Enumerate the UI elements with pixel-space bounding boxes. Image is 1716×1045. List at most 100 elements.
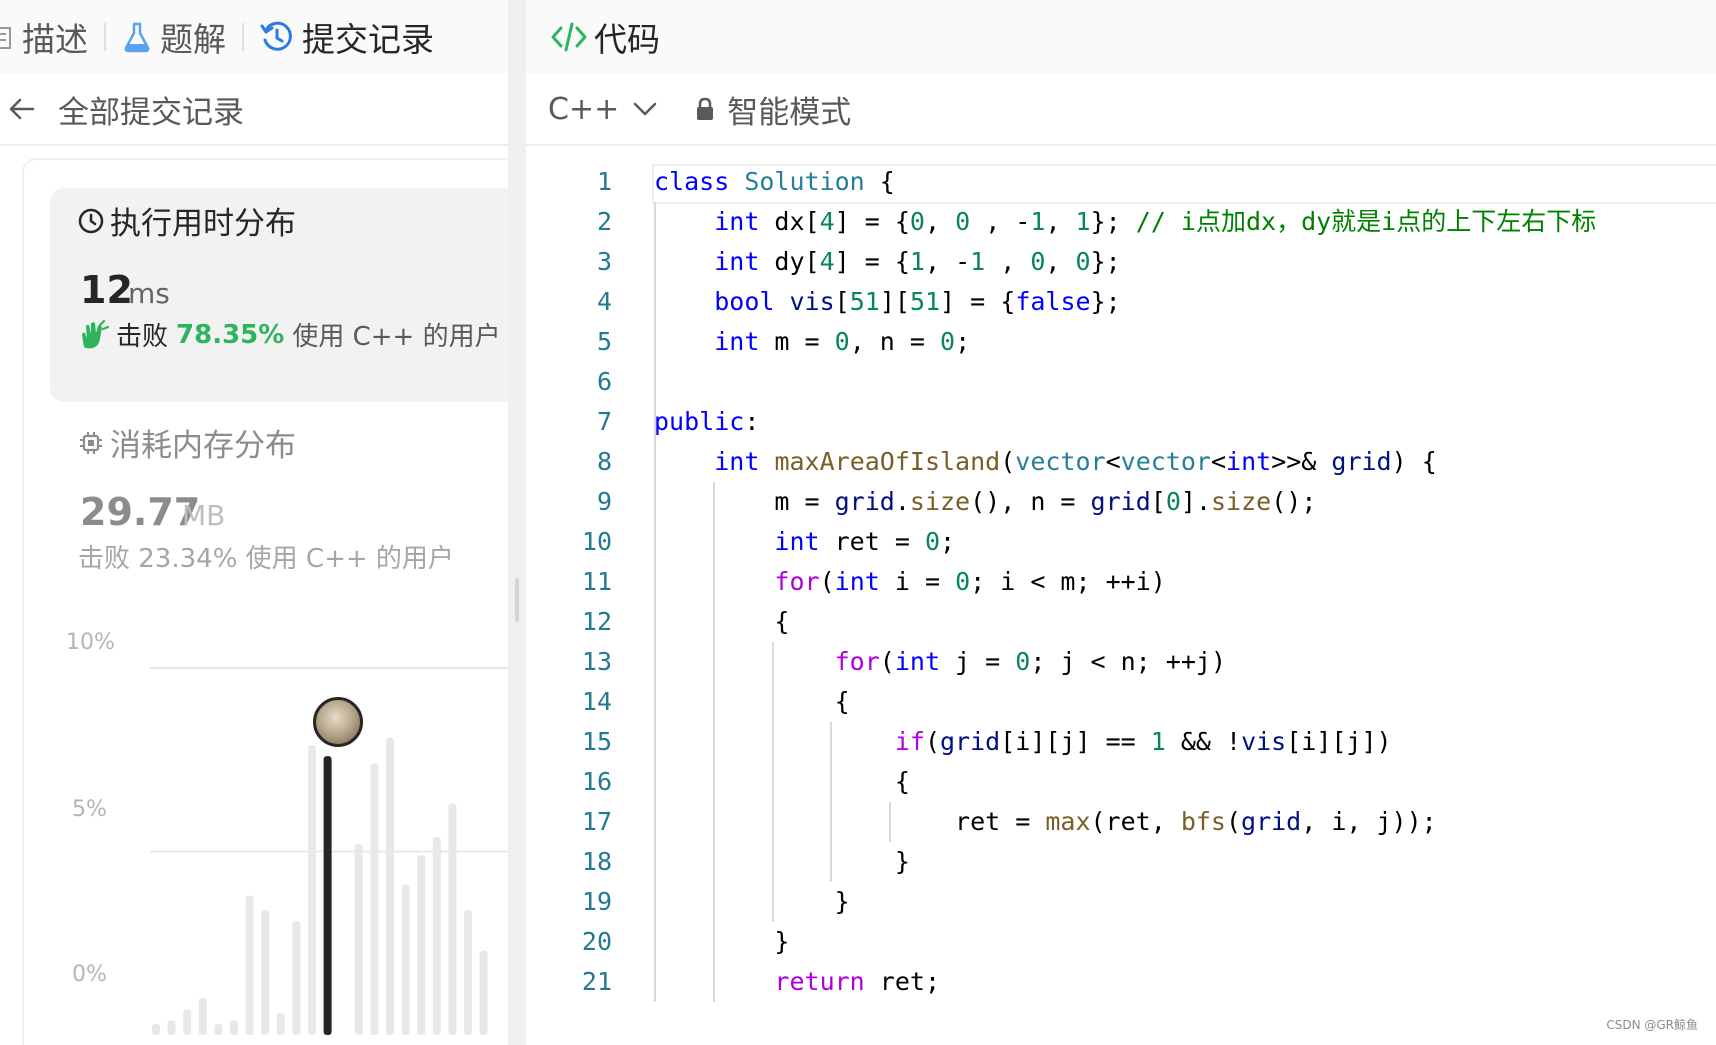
line-number: 17 [581,807,612,836]
memory-beat-text: 击败 23.34% 使用 C++ 的用户 [78,544,454,574]
line-number: 15 [581,727,612,756]
runtime-value: 12 [80,268,133,312]
code-line[interactable]: { [654,762,910,802]
code-line[interactable]: } [654,882,850,922]
memory-title-label: 消耗内存分布 [110,428,296,464]
line-number: 1 [596,167,612,196]
chart-bar[interactable] [261,910,270,1035]
line-number: 2 [596,207,612,236]
chart-bar[interactable] [370,763,379,1035]
code-line[interactable]: public: [654,402,759,442]
code-line[interactable]: } [654,842,910,882]
chevron-down-icon [633,101,657,117]
tab-description-label: 描述 [22,20,88,59]
tab-solutions[interactable]: 题解 [122,13,226,61]
editor-toolbar: C++ 智能模式 [526,74,1716,146]
line-number: 9 [596,487,612,516]
y-tick-label: 0% [72,962,107,987]
indent-guide [712,482,715,1002]
resize-handle[interactable] [515,578,519,622]
code-line[interactable]: } [654,922,789,962]
code-line[interactable]: for(int j = 0; j < n; ++j) [654,642,1226,682]
submissions-back-bar: 全部提交记录 [0,74,508,146]
smart-mode-toggle[interactable]: 智能模式 [695,87,851,132]
memory-unit: MB [182,499,226,532]
tab-separator [104,23,106,51]
code-editor[interactable]: 1 class Solution { 2 int dx[4] = {0, 0 , -… [526,160,1716,1045]
code-line[interactable]: if(grid[i][j] == 1 && !vis[i][j]) [654,722,1392,762]
chart-bar[interactable] [183,1009,192,1035]
tab-submissions-label: 提交记录 [302,20,434,59]
line-number: 18 [581,847,612,876]
code-line[interactable]: { [654,602,789,642]
code-line[interactable]: m = grid.size(), n = grid[0].size(); [654,482,1316,522]
line-number: 16 [581,767,612,796]
chip-icon [78,430,104,456]
chart-bar[interactable] [214,1023,223,1035]
indent-guide [889,802,892,842]
chart-bar[interactable] [276,1012,285,1035]
runtime-beat-label: 击败 [116,322,169,352]
watermark: CSDN @GR鲸鱼 [1606,1018,1698,1032]
indent-guide [654,202,656,1002]
history-icon [260,20,294,54]
chart-bar-current[interactable] [323,756,332,1035]
chart-bar[interactable] [245,895,254,1035]
chart-bar[interactable] [386,737,394,1035]
code-panel: 代码 C++ 智能模式 1 class Solution { 2 int dx[4]… [526,0,1716,1045]
clock-icon [78,208,104,234]
code-line[interactable]: int maxAreaOfIsland(vector<vector<int>>&… [654,442,1437,482]
smart-mode-label: 智能模式 [727,94,852,131]
code-line[interactable]: return ret; [654,962,940,1002]
line-number: 5 [596,327,612,356]
chart-bar[interactable] [401,884,410,1035]
chart-bar[interactable] [308,745,316,1035]
chart-bar[interactable] [292,921,301,1035]
indent-guide [830,722,833,882]
tab-separator [242,23,244,51]
code-line[interactable]: bool vis[51][51] = {false}; [654,282,1120,322]
line-number: 14 [581,687,612,716]
code-line[interactable]: for(int i = 0; i < m; ++i) [654,562,1165,602]
chart-bar[interactable] [417,855,426,1035]
line-number: 20 [581,927,612,956]
runtime-beat-percent: 78.35% [176,319,285,350]
chart-bar[interactable] [152,1023,160,1035]
code-panel-header: 代码 [526,0,1716,74]
memory-title[interactable]: 消耗内存分布 [78,420,296,465]
line-number: 6 [596,367,612,396]
tab-solutions-label: 题解 [160,20,226,59]
code-line[interactable]: int dx[4] = {0, 0 , -1, 1}; // i点加dx，dy就… [654,202,1596,242]
line-number: 21 [581,967,612,996]
chart-bar[interactable] [448,803,457,1035]
line-number: 12 [581,607,612,636]
indent-guide [771,642,774,922]
code-line[interactable]: int ret = 0; [654,522,955,562]
language-select[interactable]: C++ [548,92,657,127]
code-line[interactable]: { [654,682,850,722]
chart-bar[interactable] [479,950,488,1035]
line-number: 10 [581,527,612,556]
chart-bar[interactable] [230,1020,238,1035]
chart-bar[interactable] [198,998,207,1035]
chart-bar[interactable] [167,1020,176,1035]
line-number: 11 [581,567,612,596]
runtime-title-label: 执行用时分布 [110,206,296,242]
avatar [313,697,363,747]
arrow-left-icon[interactable] [8,95,36,123]
panel-divider [508,0,526,1045]
line-number: 4 [596,287,612,316]
chart-bar[interactable] [432,836,441,1035]
y-tick-label: 5% [72,797,107,822]
chart-bar[interactable] [464,910,472,1035]
tab-description[interactable]: 描述 [0,13,88,61]
code-line[interactable]: class Solution { [654,162,895,202]
all-submissions-title[interactable]: 全部提交记录 [58,87,244,132]
code-panel-title: 代码 [594,20,660,59]
tab-submissions[interactable]: 提交记录 [260,13,434,61]
code-line[interactable]: int m = 0, n = 0; [654,322,970,362]
line-number: 7 [596,407,612,436]
chart-bar[interactable] [354,844,363,1035]
code-line[interactable]: int dy[4] = {1, -1 , 0, 0}; [654,242,1120,282]
runtime-beat-suffix: 使用 C++ 的用户 [292,322,501,352]
